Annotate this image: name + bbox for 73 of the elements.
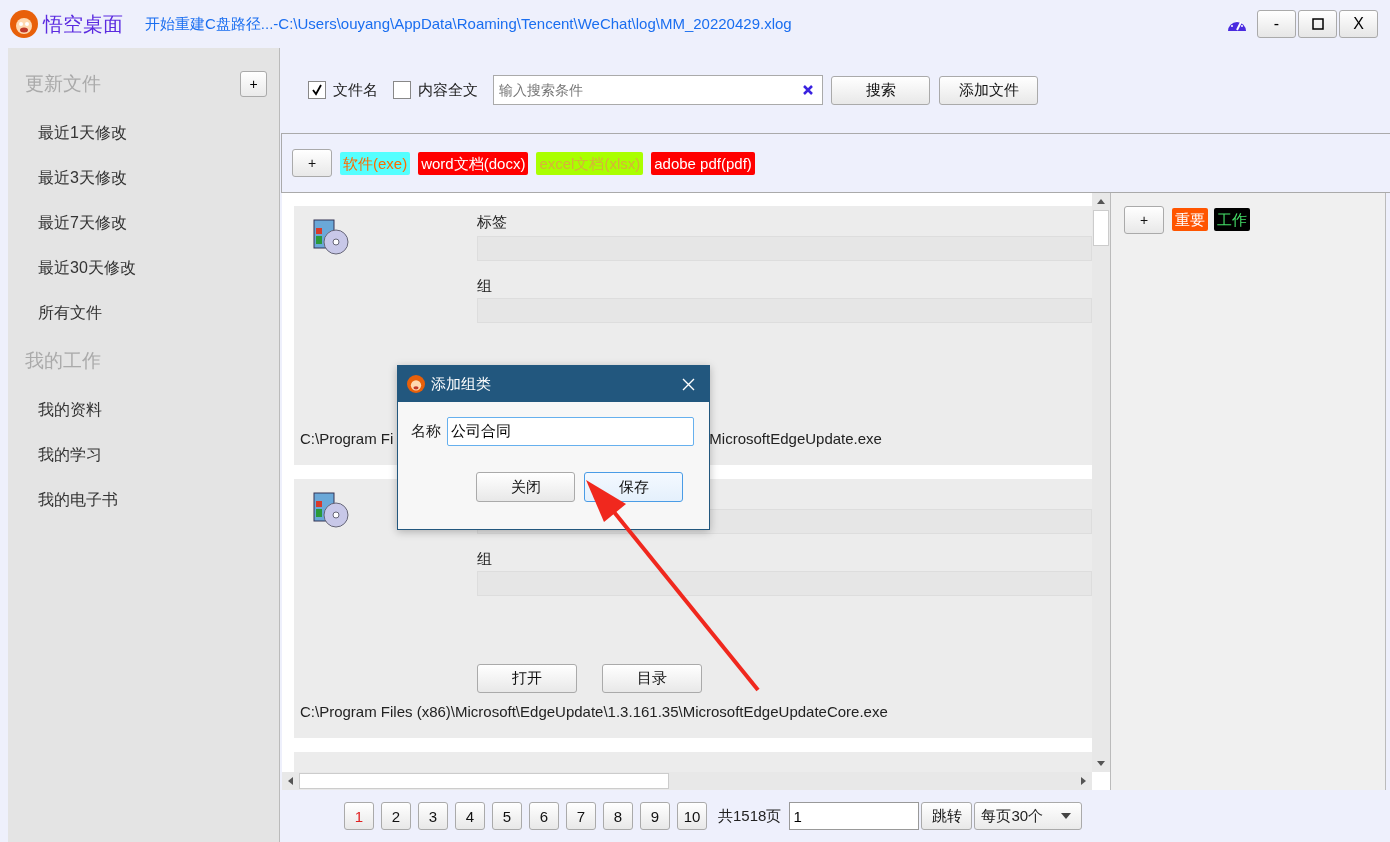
file-type-tag[interactable]: adobe pdf(pdf) — [651, 151, 755, 175]
field-label: 名称 — [411, 422, 441, 441]
page-button[interactable]: 6 — [529, 802, 559, 830]
horizontal-scrollbar[interactable] — [282, 772, 1092, 790]
section-title: 更新文件 — [25, 72, 101, 96]
dropdown-caret-icon — [1061, 813, 1072, 819]
monkey-logo-icon — [407, 375, 425, 393]
page-button[interactable]: 7 — [566, 802, 596, 830]
sidebar-item[interactable]: 最近1天修改 — [25, 110, 267, 155]
save-button[interactable]: 保存 — [584, 472, 683, 502]
scroll-left-icon[interactable] — [288, 777, 293, 785]
add-button[interactable]: + — [240, 71, 267, 97]
group-label: 组 — [477, 550, 492, 567]
add-tag-button[interactable]: + — [292, 149, 332, 177]
add-tag-button[interactable]: + — [1124, 206, 1164, 234]
maximize-icon — [1311, 18, 1324, 30]
file-path: C:\Program Fi — [300, 429, 394, 449]
installer-icon — [310, 489, 350, 529]
folder-button[interactable]: 目录 — [602, 664, 702, 693]
page-button[interactable]: 8 — [603, 802, 633, 830]
open-button[interactable]: 打开 — [477, 664, 577, 693]
search-field[interactable]: 输入搜索条件 — [493, 75, 823, 105]
page-button[interactable]: 5 — [492, 802, 522, 830]
page-button[interactable]: 9 — [640, 802, 670, 830]
page-total: 共1518页 — [718, 806, 782, 826]
page-button[interactable]: 1 — [344, 802, 374, 830]
name-input[interactable]: 公司合同 — [447, 417, 694, 446]
clear-icon[interactable] — [802, 84, 814, 96]
monkey-logo-icon — [10, 10, 38, 38]
scroll-thumb[interactable] — [1093, 210, 1109, 246]
sidebar-item[interactable]: 最近7天修改 — [25, 200, 267, 245]
page-input[interactable]: 1 — [789, 802, 920, 830]
sidebar-item[interactable]: 我的资料 — [25, 387, 267, 432]
installer-icon — [310, 216, 350, 256]
page-button[interactable]: 4 — [455, 802, 485, 830]
file-path: C:\Program Files (x86)\Microsoft\EdgeUpdate\1.3.161.35\MicrosoftEdgeUpdateCore.exe — [300, 702, 888, 722]
close-button[interactable]: X — [1339, 10, 1378, 38]
minimize-button[interactable]: - — [1257, 10, 1296, 38]
checkbox-label: 文件名 — [333, 80, 378, 100]
file-type-tag[interactable]: word文档(docx) — [418, 151, 529, 175]
search-button[interactable]: 搜索 — [831, 75, 930, 105]
checkbox[interactable] — [308, 81, 326, 99]
section-title: 我的工作 — [25, 349, 101, 373]
page-button[interactable]: 3 — [418, 802, 448, 830]
sidebar-item[interactable]: 最近3天修改 — [25, 155, 267, 200]
sidebar-item[interactable]: 所有文件 — [25, 290, 267, 335]
file-path: MicrosoftEdgeUpdate.exe — [709, 429, 882, 449]
scroll-thumb[interactable] — [299, 773, 669, 789]
checkbox[interactable] — [393, 81, 411, 99]
maximize-button[interactable] — [1298, 10, 1337, 38]
dialog-title: 添加组类 — [431, 374, 491, 394]
jump-button[interactable]: 跳转 — [921, 802, 973, 830]
close-button[interactable]: 关闭 — [476, 472, 575, 502]
scroll-right-icon[interactable] — [1081, 777, 1086, 785]
page-size-dropdown[interactable]: 每页30个 — [974, 802, 1083, 830]
add-file-button[interactable]: 添加文件 — [939, 75, 1038, 105]
scroll-up-icon[interactable] — [1097, 199, 1105, 204]
sidebar-item[interactable]: 最近30天修改 — [25, 245, 267, 290]
status-text: 开始重建C盘路径...-C:\Users\ouyang\AppData\Roaming\Tencent\WeChat\log\MM_20220429.xlog — [145, 14, 792, 34]
page-button[interactable]: 10 — [677, 802, 707, 830]
group-field[interactable] — [477, 571, 1092, 596]
tag[interactable]: 工作 — [1214, 208, 1250, 231]
group-label: 组 — [477, 277, 492, 294]
close-icon[interactable] — [682, 377, 695, 391]
sidebar-item[interactable]: 我的学习 — [25, 432, 267, 477]
vertical-scrollbar[interactable] — [1092, 193, 1110, 772]
tag-label: 标签 — [477, 213, 507, 230]
checkbox-label: 内容全文 — [418, 80, 478, 100]
tag-field[interactable] — [477, 236, 1092, 261]
sidebar-item[interactable]: 我的电子书 — [25, 477, 267, 522]
scroll-down-icon[interactable] — [1097, 761, 1105, 766]
page-button[interactable]: 2 — [381, 802, 411, 830]
app-title: 悟空桌面 — [43, 11, 123, 37]
